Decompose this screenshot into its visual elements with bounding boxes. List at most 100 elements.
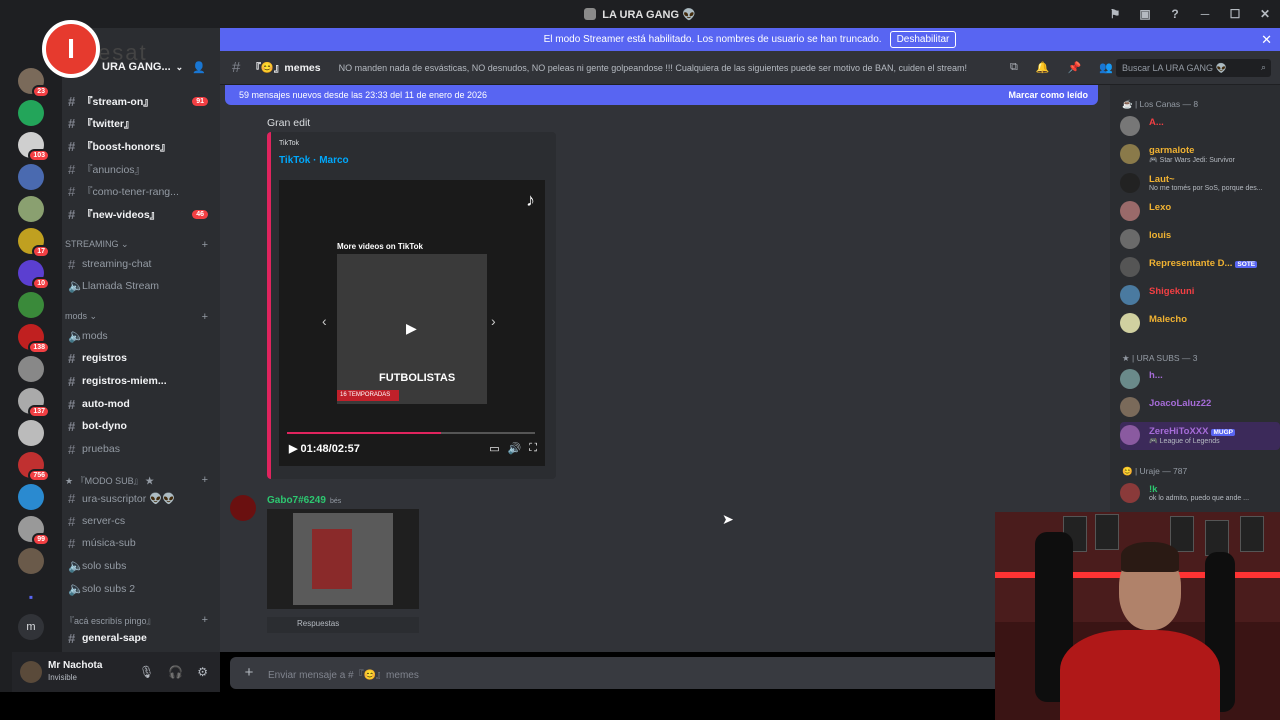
title-bar: LA URA GANG 👽 ⚑ ▣ ? ─ ☐ ✕ — [0, 0, 1280, 28]
folder-icon[interactable]: ▪ — [18, 584, 44, 610]
member-item[interactable]: A... — [1120, 113, 1280, 141]
server-icon[interactable] — [18, 356, 44, 382]
avatar[interactable] — [20, 661, 42, 683]
captions-icon[interactable]: ▭ — [489, 442, 499, 455]
server-icon[interactable] — [18, 196, 44, 222]
server-icon[interactable] — [18, 420, 44, 446]
member-item[interactable]: Lexo — [1120, 198, 1280, 226]
category-mods[interactable]: mods ⌄ + — [62, 311, 220, 323]
chevron-right-icon[interactable]: › — [491, 313, 496, 329]
disable-streamer-button[interactable]: Deshabilitar — [889, 31, 957, 48]
avatar — [1120, 313, 1140, 333]
maximize-button[interactable]: ☐ — [1220, 7, 1250, 21]
add-attachment-icon[interactable]: + — [236, 660, 262, 686]
message-composer[interactable]: + Enviar mensaje a #『😊』memes — [230, 657, 1100, 689]
category-modo-sub[interactable]: ★ 『MODO SUB』 ★ + — [62, 474, 220, 487]
channel-musica-sub[interactable]: # música-sub — [62, 533, 220, 553]
pin-icon[interactable]: 📌 — [1068, 61, 1082, 74]
channel-new-videos[interactable]: ▸#『new-videos』46 — [62, 204, 220, 224]
category-aca-escribis[interactable]: 『acá escribís pingo』 + — [62, 614, 220, 627]
chevron-left-icon[interactable]: ‹ — [322, 313, 327, 329]
server-icon[interactable] — [18, 484, 44, 510]
inbox-icon[interactable]: ⚑ — [1100, 7, 1130, 21]
replies-bar[interactable]: Respuestas — [267, 617, 419, 633]
server-icon[interactable] — [18, 292, 44, 318]
server-icon[interactable] — [18, 100, 44, 126]
channel-topic[interactable]: NO manden nada de esvásticas, NO desnudo… — [339, 63, 989, 73]
hash-icon: # — [232, 59, 241, 76]
member-item[interactable]: Laut~ No me tomés por SoS, porque des... — [1120, 170, 1280, 198]
play-icon[interactable]: ▶ — [406, 320, 417, 337]
microphone-icon[interactable]: 🎙 — [139, 665, 154, 679]
channel-registros[interactable]: ▸#registros — [62, 348, 220, 368]
mark-as-read-button[interactable]: Marcar como leído — [1008, 90, 1088, 100]
member-item[interactable]: JoacoLaluz22 — [1120, 394, 1280, 422]
volume-icon[interactable]: 🔊 — [508, 442, 522, 455]
message-image[interactable] — [267, 509, 419, 609]
photo-figure — [312, 529, 352, 589]
server-icon-m[interactable]: m — [18, 614, 44, 640]
channel-llamada-stream[interactable]: 🔈 Llamada Stream — [62, 276, 220, 296]
close-button[interactable]: ✕ — [1250, 7, 1280, 21]
channel-pruebas[interactable]: # pruebas — [62, 439, 220, 459]
message-author[interactable]: Gabo7#6249 bés — [267, 495, 341, 506]
screen-icon[interactable]: ▣ — [1130, 7, 1160, 21]
headphones-icon[interactable]: 🎧 — [168, 665, 183, 679]
channel-como-tener-rango[interactable]: # 『como-tener-rang... — [62, 181, 220, 201]
threads-icon[interactable]: ⧉ — [1010, 61, 1018, 74]
member-item[interactable]: ZereHiToXXX MUGP 🎮 League of Legends — [1120, 422, 1280, 450]
streamer-body — [1060, 630, 1220, 720]
channel-anuncios[interactable]: # 『anuncios』 — [62, 159, 220, 179]
play-control[interactable]: ▶ 01:48/02:57 — [289, 442, 360, 455]
avatar[interactable] — [230, 495, 256, 521]
user-status: Invisible — [48, 673, 77, 682]
server-icon[interactable]: 99 — [18, 516, 50, 546]
channel-general-sape[interactable]: ▸#general-sape — [62, 628, 220, 648]
server-icon[interactable]: 137 — [18, 388, 50, 418]
channel-mods[interactable]: 🔈 mods — [62, 326, 220, 346]
channel-registros-miembros[interactable]: ▸#registros-miem... — [62, 371, 220, 391]
channel-solo-subs[interactable]: 🔈 solo subs — [62, 556, 220, 576]
member-item[interactable]: garmalote 🎮 Star Wars Jedi: Survivor — [1120, 141, 1280, 169]
server-icon[interactable]: 103 — [18, 132, 50, 162]
server-icon[interactable] — [18, 548, 44, 574]
tiktok-icon: ♪ — [526, 190, 535, 210]
server-icon[interactable]: 23 — [18, 68, 50, 98]
bell-icon[interactable]: 🔔 — [1036, 61, 1050, 74]
category-streaming[interactable]: STREAMING ⌄ + — [62, 239, 220, 251]
member-item[interactable]: !k ok lo admito, puedo que ande ... — [1120, 480, 1280, 508]
member-item[interactable]: h... — [1120, 366, 1280, 394]
member-item[interactable]: Shigekuni — [1120, 282, 1280, 310]
channel-bot-dyno[interactable]: ▸#bot-dyno — [62, 416, 220, 436]
minimize-button[interactable]: ─ — [1190, 7, 1220, 21]
new-messages-bar[interactable]: 59 mensajes nuevos desde las 23:33 del 1… — [225, 85, 1098, 105]
gear-icon[interactable]: ⚙ — [197, 665, 208, 679]
channel-ura-suscriptor[interactable]: # ura-suscriptor 👽👽 — [62, 488, 220, 508]
members-icon[interactable]: 👥 — [1099, 61, 1113, 74]
app-icon — [584, 8, 597, 20]
channel-streaming-chat[interactable]: # streaming-chat — [62, 254, 220, 274]
video-progress-bar[interactable] — [287, 432, 535, 434]
member-group-title: ☕ | Los Canas — 8 — [1122, 99, 1199, 109]
channel-solo-subs-2[interactable]: 🔈 solo subs 2 — [62, 579, 220, 599]
add-user-icon[interactable]: 👤 — [192, 61, 206, 74]
fullscreen-icon[interactable]: ⛶ — [529, 442, 537, 455]
video-player[interactable]: ♪ More videos on TikTok FUTBOLISTAS 16 T… — [279, 180, 545, 466]
server-icon[interactable] — [18, 164, 44, 190]
channel-twitter[interactable]: ▸#『twitter』 — [62, 113, 220, 133]
member-item[interactable]: Malecho — [1120, 310, 1280, 338]
server-icon[interactable]: 756 — [18, 452, 50, 482]
server-icon[interactable]: 138 — [18, 324, 50, 354]
channel-server-cs[interactable]: # server-cs — [62, 511, 220, 531]
embed-title-link[interactable]: TikTok · Marco — [279, 155, 349, 166]
server-icon[interactable]: 10 — [18, 260, 50, 290]
search-input[interactable]: Buscar LA URA GANG 👽 ⌕ — [1116, 59, 1271, 77]
member-item[interactable]: louis — [1120, 226, 1280, 254]
help-icon[interactable]: ? — [1160, 7, 1190, 21]
server-icon[interactable]: 17 — [18, 228, 50, 258]
member-item[interactable]: Representante D... SOTE — [1120, 254, 1280, 282]
channel-boost-honors[interactable]: ▸#『boost-honors』 — [62, 136, 220, 156]
channel-auto-mod[interactable]: ▸#auto-mod — [62, 394, 220, 414]
close-icon[interactable]: ✕ — [1261, 32, 1272, 48]
channel-stream-on[interactable]: ▸#『stream-on』91 — [62, 91, 220, 111]
